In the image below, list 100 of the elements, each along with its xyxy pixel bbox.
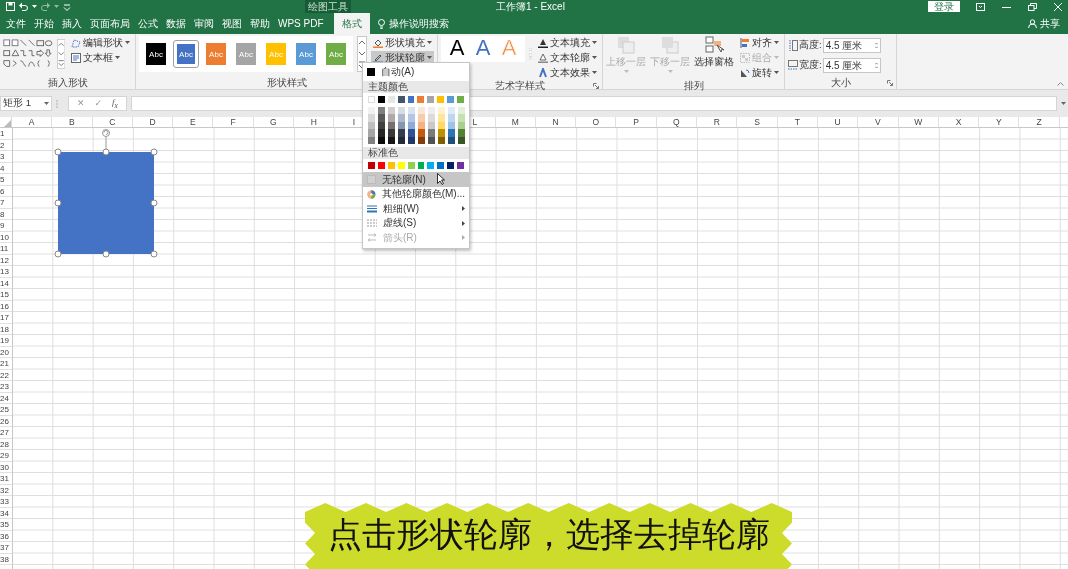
row-header[interactable]: 38 [0,553,12,565]
color-swatch[interactable] [378,114,385,122]
color-swatch[interactable] [458,121,465,130]
row-header[interactable]: 22 [0,369,12,381]
ribbon-tab[interactable]: 开始 [30,13,58,34]
column-header[interactable]: F [213,117,254,127]
row-header[interactable]: 16 [0,300,12,312]
row-header[interactable]: 4 [0,162,12,174]
column-header[interactable]: G [253,117,295,127]
color-swatch[interactable] [427,162,435,170]
collapse-ribbon-icon[interactable] [1057,82,1064,86]
ribbon-tab[interactable]: 帮助 [246,13,274,34]
ribbon-tab[interactable]: 公式 [134,13,162,34]
column-header[interactable]: H [294,117,335,127]
column-header[interactable]: S [737,117,778,127]
color-swatch[interactable] [388,114,395,122]
customize-icon[interactable] [63,2,71,11]
color-swatch[interactable] [428,136,435,145]
row-header[interactable]: 20 [0,346,12,358]
color-swatch[interactable] [408,114,415,122]
edit-shape-button[interactable]: 编辑形状 [69,36,132,49]
color-swatch[interactable] [407,162,415,170]
row-header[interactable]: 12 [0,254,12,266]
row-header[interactable]: 36 [0,530,12,542]
column-header[interactable]: B [52,117,93,127]
color-swatch[interactable] [398,121,405,130]
color-swatch[interactable] [368,136,375,145]
color-swatch[interactable] [388,106,395,115]
row-header[interactable]: 1 [0,128,12,140]
column-header[interactable]: N [535,117,577,127]
color-swatch[interactable] [368,95,375,103]
row-header[interactable]: 24 [0,392,12,404]
ribbon-tab[interactable]: 格式 [333,13,370,34]
color-swatch[interactable] [448,136,455,145]
color-swatch[interactable] [448,129,455,137]
row-header[interactable]: 32 [0,484,12,496]
color-swatch[interactable] [447,162,455,170]
style-swatch[interactable]: Abc [173,40,199,68]
row-header[interactable]: 15 [0,289,12,301]
text-fill-button[interactable]: 文本填充 [536,36,599,49]
color-swatch[interactable] [428,106,435,115]
row-header[interactable]: 30 [0,461,12,473]
color-swatch[interactable] [458,129,465,137]
column-header[interactable]: Q [656,117,698,127]
menu-item[interactable]: 粗细(W) [363,201,469,216]
color-swatch[interactable] [458,136,465,145]
color-swatch[interactable] [437,95,445,103]
sign-in-button[interactable]: 登录 [928,1,960,12]
color-swatch[interactable] [377,95,385,103]
color-swatch[interactable] [438,129,445,137]
height-field[interactable]: 4.5 厘米 [822,38,881,53]
color-swatch[interactable] [417,95,425,103]
color-swatch[interactable] [438,106,445,115]
color-swatch[interactable] [378,106,385,115]
color-swatch[interactable] [368,114,375,122]
insert-function-button[interactable]: f$_{x}$ [112,96,118,111]
ribbon-tab[interactable]: 文件 [2,13,30,34]
column-header[interactable]: U [817,117,859,127]
color-swatch[interactable] [428,121,435,130]
row-header[interactable]: 29 [0,450,12,462]
color-swatch[interactable] [397,162,405,170]
color-swatch[interactable] [418,136,425,145]
row-header[interactable]: 5 [0,174,12,186]
color-swatch[interactable] [428,129,435,137]
column-header[interactable]: D [132,117,174,127]
column-header[interactable]: E [173,117,214,127]
wordart-sample[interactable]: A [473,36,493,60]
color-swatch[interactable] [398,136,405,145]
color-swatch[interactable] [368,162,375,170]
column-header[interactable]: O [576,117,617,127]
width-field[interactable]: 4.5 厘米 [822,58,881,73]
menu-item[interactable]: 无轮廓(N) [363,172,469,187]
color-swatch[interactable] [407,95,415,103]
ribbon-display-icon[interactable] [976,2,985,11]
color-swatch[interactable] [368,106,375,115]
color-swatch[interactable] [448,114,455,122]
column-header[interactable]: X [938,117,980,127]
row-header[interactable]: 27 [0,427,12,439]
color-swatch[interactable] [437,162,445,170]
color-swatch[interactable] [417,162,425,170]
color-swatch[interactable] [377,162,385,170]
column-header[interactable]: Y [979,117,1020,127]
rotate-button[interactable]: 旋转 [738,66,781,79]
close-icon[interactable] [1054,2,1062,11]
text-outline-button[interactable]: 文本轮廓 [536,51,599,64]
ribbon-tab[interactable]: WPS PDF [274,13,328,34]
row-header[interactable]: 17 [0,312,12,324]
style-swatch[interactable]: Abc [143,40,169,68]
text-effects-button[interactable]: 文本效果 [536,66,599,79]
menu-item[interactable]: 其他轮廓颜色(M)... [363,186,469,202]
color-swatch[interactable] [458,114,465,122]
wordart-sample[interactable]: A [447,36,467,60]
column-header[interactable]: V [858,117,899,127]
row-header[interactable]: 2 [0,139,12,151]
row-header[interactable]: 6 [0,185,12,197]
wordart-gallery[interactable]: A A A [441,36,525,62]
color-swatch[interactable] [408,121,415,130]
row-header[interactable]: 8 [0,208,12,220]
color-swatch[interactable] [408,106,415,115]
color-swatch[interactable] [418,121,425,130]
